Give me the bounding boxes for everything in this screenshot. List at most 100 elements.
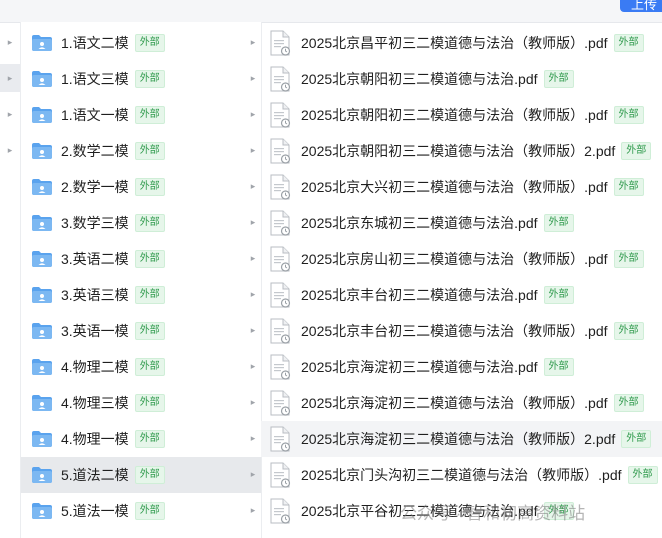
top-toolbar: 上传: [0, 0, 662, 23]
file-row[interactable]: 2025北京昌平初三二模道德与法治（教师版）.pdf 外部: [261, 25, 662, 61]
file-name: 2025北京房山初三二模道德与法治（教师版）.pdf: [301, 251, 608, 267]
expand-arrow-icon[interactable]: ▸: [246, 109, 260, 120]
file-row[interactable]: 2025北京丰台初三二模道德与法治.pdf 外部: [261, 277, 662, 313]
external-badge: 外部: [621, 142, 652, 160]
folder-row[interactable]: 5.道法一模 外部: [21, 493, 261, 529]
folder-row[interactable]: 2.数学一模 外部: [21, 169, 261, 205]
pdf-file-icon: [269, 426, 291, 452]
file-row[interactable]: 2025北京朝阳初三二模道德与法治（教师版）2.pdf 外部: [261, 133, 662, 169]
expand-arrow-icon[interactable]: ▸: [246, 181, 260, 192]
expand-arrow-icon[interactable]: ▸: [246, 505, 260, 516]
folder-row[interactable]: 1.语文三模 外部: [21, 61, 261, 97]
expand-arrow-icon[interactable]: ▸: [246, 217, 260, 228]
folder-name: 3.英语一模: [61, 323, 129, 339]
file-name: 2025北京丰台初三二模道德与法治.pdf: [301, 287, 538, 303]
folder-row[interactable]: 3.英语二模 外部: [21, 241, 261, 277]
shared-folder-icon: [31, 394, 53, 412]
external-badge: 外部: [134, 358, 165, 376]
folder-row[interactable]: 3.英语三模 外部: [21, 277, 261, 313]
file-row[interactable]: 2025北京门头沟初三二模道德与法治（教师版）.pdf 外部: [261, 457, 662, 493]
folder-name: 2.数学一模: [61, 179, 129, 195]
external-badge: 外部: [134, 322, 165, 340]
folder-name: 2.数学二模: [61, 143, 129, 159]
expand-arrow-icon[interactable]: ▸: [3, 73, 17, 84]
expand-arrow-icon[interactable]: ▸: [246, 37, 260, 48]
expand-arrow-icon[interactable]: ▸: [246, 469, 260, 480]
expand-arrow-icon[interactable]: ▸: [246, 325, 260, 336]
folder-name: 4.物理一模: [61, 431, 129, 447]
folder-name: 5.道法二模: [61, 467, 129, 483]
file-row[interactable]: 2025北京房山初三二模道德与法治（教师版）.pdf 外部: [261, 241, 662, 277]
folder-name: 4.物理三模: [61, 395, 129, 411]
expand-arrow-icon[interactable]: ▸: [3, 109, 17, 120]
folder-row[interactable]: 1.语文一模 外部: [21, 97, 261, 133]
folder-row[interactable]: 1.语文二模 外部: [21, 25, 261, 61]
shared-folder-icon: [31, 106, 53, 124]
file-list: 2025北京昌平初三二模道德与法治（教师版）.pdf 外部 2025北京朝阳初三二模…: [261, 22, 662, 538]
external-badge: 外部: [134, 178, 165, 196]
file-row[interactable]: 2025北京大兴初三二模道德与法治（教师版）.pdf 外部: [261, 169, 662, 205]
shared-folder-icon: [31, 286, 53, 304]
external-badge: 外部: [613, 394, 644, 412]
external-badge: 外部: [134, 466, 165, 484]
expand-arrow-icon[interactable]: ▸: [3, 145, 17, 156]
external-badge: 外部: [134, 214, 165, 232]
expand-arrow-icon[interactable]: ▸: [246, 361, 260, 372]
file-row[interactable]: 2025北京朝阳初三二模道德与法治（教师版）.pdf 外部: [261, 97, 662, 133]
file-row[interactable]: 2025北京海淀初三二模道德与法治（教师版）2.pdf 外部: [261, 421, 662, 457]
folder-row[interactable]: 3.数学三模 外部: [21, 205, 261, 241]
shared-folder-icon: [31, 358, 53, 376]
folder-row[interactable]: 3.英语一模 外部: [21, 313, 261, 349]
left-edge-gutter: ▸ ▸ ▸ ▸: [0, 22, 20, 538]
external-badge: 外部: [134, 250, 165, 268]
folder-row[interactable]: 4.物理二模 外部: [21, 349, 261, 385]
file-row[interactable]: 2025北京丰台初三二模道德与法治（教师版）.pdf 外部: [261, 313, 662, 349]
external-badge: 外部: [543, 286, 574, 304]
pdf-file-icon: [269, 318, 291, 344]
shared-folder-icon: [31, 214, 53, 232]
folder-row[interactable]: 4.物理一模 外部: [21, 421, 261, 457]
external-badge: 外部: [613, 178, 644, 196]
pdf-file-icon: [269, 246, 291, 272]
folder-row[interactable]: 4.物理三模 外部: [21, 385, 261, 421]
shared-folder-icon: [31, 70, 53, 88]
shared-folder-icon: [31, 466, 53, 484]
expand-arrow-icon[interactable]: ▸: [246, 73, 260, 84]
file-row[interactable]: 2025北京海淀初三二模道德与法治.pdf 外部: [261, 349, 662, 385]
external-badge: 外部: [134, 70, 165, 88]
file-name: 2025北京昌平初三二模道德与法治（教师版）.pdf: [301, 35, 608, 51]
watermark-text: 公众号 · 智和初高资料站: [400, 503, 586, 523]
pdf-file-icon: [269, 282, 291, 308]
shared-folder-icon: [31, 322, 53, 340]
folder-name: 3.英语二模: [61, 251, 129, 267]
external-badge: 外部: [543, 214, 574, 232]
shared-folder-icon: [31, 142, 53, 160]
external-badge: 外部: [543, 358, 574, 376]
external-badge: 外部: [613, 106, 644, 124]
folder-list: 1.语文二模 外部 1.语文三模 外部 1.语文一模 外部 2.数学二模 外部 2.数学一模 外部…: [20, 22, 262, 538]
expand-arrow-icon[interactable]: ▸: [246, 289, 260, 300]
expand-arrow-icon[interactable]: ▸: [246, 253, 260, 264]
external-badge: 外部: [134, 286, 165, 304]
shared-folder-icon: [31, 430, 53, 448]
upload-button[interactable]: 上传: [620, 0, 662, 12]
folder-row[interactable]: 2.数学二模 外部: [21, 133, 261, 169]
file-name: 2025北京朝阳初三二模道德与法治.pdf: [301, 71, 538, 87]
external-badge: 外部: [134, 34, 165, 52]
external-badge: 外部: [134, 142, 165, 160]
expand-arrow-icon[interactable]: ▸: [246, 145, 260, 156]
file-name: 2025北京海淀初三二模道德与法治（教师版）2.pdf: [301, 431, 616, 447]
file-row[interactable]: 2025北京东城初三二模道德与法治.pdf 外部: [261, 205, 662, 241]
expand-arrow-icon[interactable]: ▸: [3, 37, 17, 48]
folder-row[interactable]: 5.道法二模 外部: [21, 457, 261, 493]
folder-name: 4.物理二模: [61, 359, 129, 375]
folder-name: 1.语文三模: [61, 71, 129, 87]
shared-folder-icon: [31, 178, 53, 196]
file-row[interactable]: 2025北京海淀初三二模道德与法治（教师版）.pdf 外部: [261, 385, 662, 421]
expand-arrow-icon[interactable]: ▸: [246, 433, 260, 444]
pdf-file-icon: [269, 498, 291, 524]
file-row[interactable]: 2025北京朝阳初三二模道德与法治.pdf 外部: [261, 61, 662, 97]
file-name: 2025北京海淀初三二模道德与法治（教师版）.pdf: [301, 395, 608, 411]
pdf-file-icon: [269, 138, 291, 164]
expand-arrow-icon[interactable]: ▸: [246, 397, 260, 408]
